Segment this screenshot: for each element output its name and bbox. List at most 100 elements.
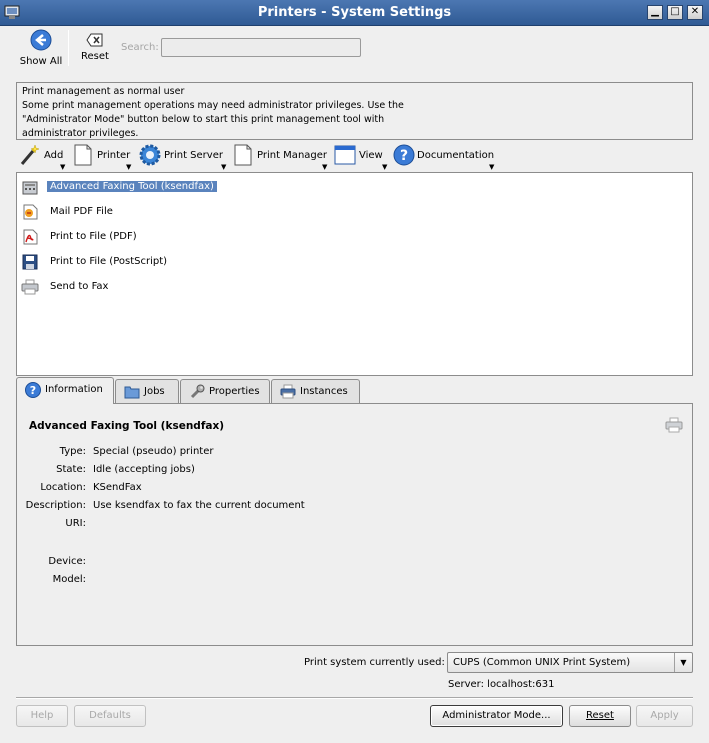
reset-button-label: Reset — [586, 710, 614, 721]
tab-jobs-label: Jobs — [144, 386, 165, 397]
clear-icon — [86, 33, 103, 47]
pdf-icon — [23, 229, 38, 245]
reset-button[interactable]: Reset — [569, 705, 631, 727]
reset-toolbar-label: Reset — [81, 51, 109, 62]
type-value: Special (pseudo) printer — [93, 446, 214, 457]
window-title: Printers - System Settings — [257, 5, 452, 20]
tab-instances[interactable]: Instances — [271, 379, 360, 403]
tab-instances-label: Instances — [300, 386, 348, 397]
administrator-mode-button[interactable]: Administrator Mode... — [430, 705, 563, 727]
printer-label: Printer — [97, 150, 131, 161]
gear-icon — [139, 144, 161, 166]
back-arrow-icon — [30, 29, 52, 51]
maximize-button[interactable]: □ — [667, 5, 683, 20]
print-manager-dropdown-arrow-icon: ▼ — [322, 163, 328, 171]
state-key: State: — [56, 464, 86, 475]
model-key: Model: — [52, 574, 86, 585]
add-menu-button[interactable]: Add ▼ — [18, 144, 70, 171]
device-key: Device: — [48, 556, 86, 567]
folder-icon — [124, 386, 140, 399]
server-label: Server: localhost:631 — [448, 679, 555, 690]
floppy-icon — [22, 254, 38, 270]
printer-title: Advanced Faxing Tool (ksendfax) — [29, 420, 225, 432]
printer-name: Mail PDF File — [50, 206, 113, 217]
info-line-3: "Administrator Mode" button below to sta… — [22, 114, 385, 125]
svg-text:?: ? — [30, 384, 36, 397]
printer-icon — [21, 279, 39, 295]
printer-name: Advanced Faxing Tool (ksendfax) — [47, 181, 217, 192]
printer-icon — [665, 417, 683, 433]
type-key: Type: — [59, 446, 86, 457]
main-toolbar: Show All Reset Search: — [0, 26, 709, 68]
uri-key: URI: — [65, 518, 86, 529]
documentation-dropdown-arrow-icon: ▼ — [489, 163, 495, 171]
print-server-menu-button[interactable]: Print Server ▼ — [139, 144, 231, 171]
documentation-menu-button[interactable]: ? Documentation ▼ — [393, 144, 497, 171]
printer-list[interactable]: Advanced Faxing Tool (ksendfax) Mail PDF… — [16, 172, 693, 376]
printer-list-item[interactable]: Send to Fax — [21, 277, 121, 297]
tab-information-label: Information — [45, 384, 103, 395]
printer-menu-button[interactable]: Printer ▼ — [72, 144, 136, 171]
apply-button[interactable]: Apply — [636, 705, 693, 727]
toolbar-separator — [68, 30, 69, 66]
state-value: Idle (accepting jobs) — [93, 464, 195, 475]
printer-list-item[interactable]: Print to File (PDF) — [21, 227, 161, 247]
info-line-1: Print management as normal user — [22, 86, 185, 97]
divider — [16, 697, 693, 699]
show-all-label: Show All — [19, 56, 63, 67]
view-label: View — [359, 150, 383, 161]
printer-name: Print to File (PostScript) — [50, 256, 168, 267]
printer-icon — [280, 384, 296, 399]
print-system-value: CUPS (Common UNIX Print System) — [453, 657, 631, 668]
add-label: Add — [44, 150, 64, 161]
location-key: Location: — [40, 482, 86, 493]
search-input[interactable] — [161, 38, 361, 57]
info-line-2: Some print management operations may nee… — [22, 100, 404, 111]
help-icon: ? — [393, 144, 415, 166]
defaults-button[interactable]: Defaults — [74, 705, 146, 727]
documentation-label: Documentation — [417, 150, 495, 161]
location-value: KSendFax — [93, 482, 142, 493]
window-icon — [334, 145, 356, 165]
show-all-button[interactable]: Show All — [16, 29, 66, 67]
view-menu-button[interactable]: View ▼ — [334, 144, 392, 171]
printer-name: Print to File (PDF) — [50, 231, 137, 242]
description-key: Description: — [25, 500, 86, 511]
info-line-4: administrator privileges. — [22, 128, 139, 139]
printer-list-item[interactable]: Advanced Faxing Tool (ksendfax) — [21, 177, 221, 197]
printer-list-item[interactable]: Print to File (PostScript) — [21, 252, 191, 272]
close-button[interactable]: ✕ — [687, 5, 703, 20]
tab-properties-label: Properties — [209, 386, 260, 397]
print-server-dropdown-arrow-icon: ▼ — [221, 163, 227, 171]
minimize-button[interactable]: ▁ — [647, 5, 663, 20]
printer-name: Send to Fax — [50, 281, 109, 292]
print-system-label: Print system currently used: — [304, 657, 445, 668]
print-system-select[interactable]: CUPS (Common UNIX Print System) ▼ — [447, 652, 693, 673]
print-manager-menu-button[interactable]: Print Manager ▼ — [232, 144, 332, 171]
printer-dropdown-arrow-icon: ▼ — [126, 163, 132, 171]
printer-list-item[interactable]: Mail PDF File — [21, 202, 141, 222]
fax-icon — [22, 181, 38, 195]
tab-properties[interactable]: Properties — [180, 379, 270, 403]
view-dropdown-arrow-icon: ▼ — [382, 163, 388, 171]
description-value: Use ksendfax to fax the current document — [93, 500, 305, 511]
page-icon — [74, 144, 92, 166]
wrench-icon — [190, 384, 205, 399]
print-manager-label: Print Manager — [257, 150, 328, 161]
mail-pdf-icon — [23, 204, 38, 220]
search-label: Search: — [121, 42, 159, 53]
svg-text:?: ? — [400, 148, 408, 164]
tab-information[interactable]: ? Information — [16, 377, 114, 404]
chevron-down-icon[interactable]: ▼ — [674, 653, 692, 672]
help-button[interactable]: Help — [16, 705, 68, 727]
reset-toolbar-button[interactable]: Reset — [76, 32, 114, 62]
help-icon: ? — [25, 382, 41, 398]
title-bar: Printers - System Settings ▁ □ ✕ — [0, 0, 709, 26]
tab-jobs[interactable]: Jobs — [115, 379, 179, 403]
information-panel: Advanced Faxing Tool (ksendfax) Type: Sp… — [16, 403, 693, 646]
magic-wand-icon — [20, 144, 40, 165]
add-dropdown-arrow-icon: ▼ — [60, 163, 66, 171]
print-server-label: Print Server — [164, 150, 223, 161]
page-icon — [234, 144, 252, 166]
info-message: Print management as normal user Some pri… — [16, 82, 693, 140]
